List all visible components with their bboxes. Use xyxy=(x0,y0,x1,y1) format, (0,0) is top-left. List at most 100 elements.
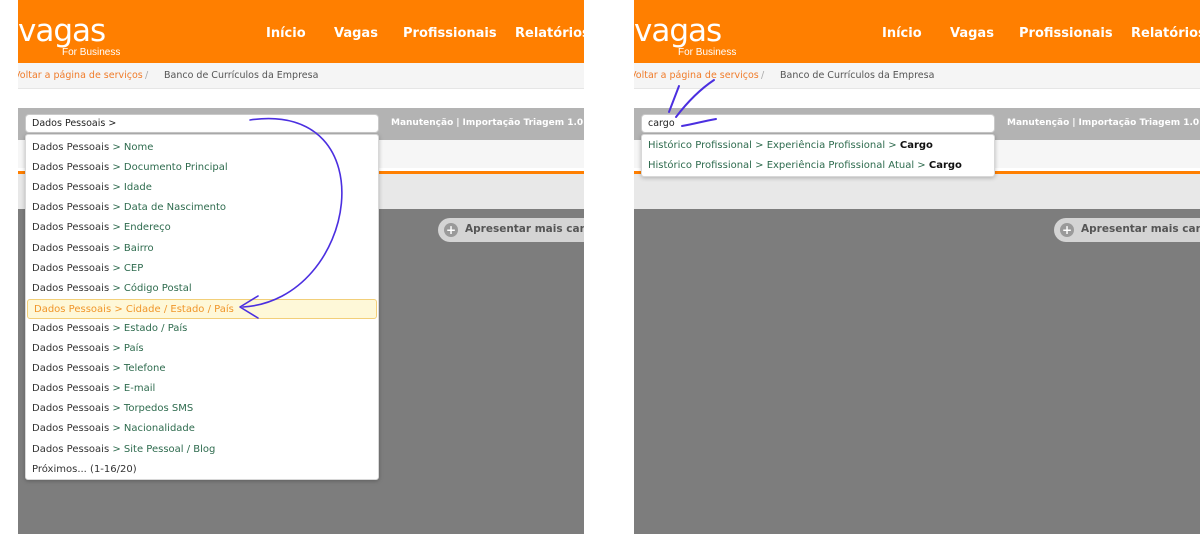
suggestion-path: Histórico Profissional > Experiência Pro… xyxy=(648,160,929,171)
suggestion-child: Idade xyxy=(123,182,152,194)
nav-profissionais[interactable]: Profissionais xyxy=(1019,26,1113,41)
logo-wordmark: vagas xyxy=(18,13,106,49)
nav-relatorios[interactable]: Relatórios xyxy=(515,26,584,41)
suggestion-item[interactable]: Dados Pessoais > Endereço xyxy=(26,218,378,238)
import-triagem-link[interactable]: Importação Triagem 1.0 xyxy=(1079,118,1200,128)
suggestion-item[interactable]: Dados Pessoais > Estado / País xyxy=(26,319,378,339)
suggestion-separator: > xyxy=(109,363,124,375)
autocomplete-dropdown: Histórico Profissional > Experiência Pro… xyxy=(641,134,995,177)
suggestion-child: Telefone xyxy=(123,363,166,375)
suggestion-separator: > xyxy=(109,202,124,214)
suggestion-separator: > xyxy=(109,182,124,194)
suggestion-item[interactable]: Dados Pessoais > Torpedos SMS xyxy=(26,399,378,419)
suggestion-item[interactable]: Dados Pessoais > Idade xyxy=(26,178,378,198)
results-overlay xyxy=(634,209,1200,534)
breadcrumb-separator: / xyxy=(761,70,765,81)
more-candidates-label: Apresentar mais candidatos xyxy=(1081,223,1200,235)
suggestion-parent: Dados Pessoais xyxy=(32,182,110,194)
vagas-logo[interactable]: vagas For Business xyxy=(634,14,774,60)
suggestion-item[interactable]: Histórico Profissional > Experiência Pro… xyxy=(642,156,994,176)
spacer xyxy=(18,90,584,108)
toolbar-separator: | xyxy=(456,118,460,128)
suggestion-item[interactable]: Dados Pessoais > E-mail xyxy=(26,379,378,399)
breadcrumb-current: Banco de Currículos da Empresa xyxy=(164,70,319,81)
suggestion-match: Cargo xyxy=(928,160,962,171)
suggestion-parent: Dados Pessoais xyxy=(32,423,110,435)
suggestion-item[interactable]: Dados Pessoais > Nacionalidade xyxy=(26,419,378,439)
suggestion-separator: > xyxy=(109,242,124,254)
suggestion-child: Endereço xyxy=(123,222,171,234)
suggestion-item[interactable]: Dados Pessoais > Telefone xyxy=(26,359,378,379)
plus-circle-icon: + xyxy=(1060,223,1074,237)
suggestion-child: Nacionalidade xyxy=(123,423,195,435)
suggestion-parent: Dados Pessoais xyxy=(32,343,110,354)
suggestion-separator: > xyxy=(109,423,124,435)
vagas-logo[interactable]: vagas For Business xyxy=(18,14,158,60)
import-triagem-link[interactable]: Importação Triagem 1.0 xyxy=(463,118,584,128)
suggestion-parent: Dados Pessoais xyxy=(32,262,110,274)
suggestion-separator: > xyxy=(109,443,124,455)
toolbar-links: Manutenção | Importação Triagem 1.0 xyxy=(1007,118,1199,128)
suggestion-child: Estado / País xyxy=(123,322,188,334)
suggestion-item[interactable]: Histórico Profissional > Experiência Pro… xyxy=(642,136,994,156)
suggestions-next-page[interactable]: Próximos... (1-16/20) xyxy=(26,460,378,480)
breadcrumb-separator: / xyxy=(145,70,149,81)
more-candidates-label: Apresentar mais candidatos xyxy=(465,223,584,235)
suggestion-child: Site Pessoal / Blog xyxy=(123,443,216,455)
nav-vagas[interactable]: Vagas xyxy=(334,26,378,41)
spacer xyxy=(634,90,1200,108)
suggestion-parent: Dados Pessoais xyxy=(32,443,110,455)
search-input[interactable]: Dados Pessoais > xyxy=(25,114,379,133)
suggestion-parent: Dados Pessoais xyxy=(32,202,110,214)
suggestion-separator: > xyxy=(111,303,126,315)
suggestion-item[interactable]: Dados Pessoais > Bairro xyxy=(26,239,378,259)
suggestion-item[interactable]: Dados Pessoais > Nome xyxy=(26,138,378,158)
breadcrumb-back-link[interactable]: Voltar a página de serviços xyxy=(18,70,143,81)
search-input[interactable]: cargo xyxy=(641,114,995,133)
breadcrumb-back-link[interactable]: Voltar a página de serviços xyxy=(634,70,759,81)
suggestion-separator: > xyxy=(109,343,124,354)
suggestion-separator: > xyxy=(109,322,124,334)
nav-vagas[interactable]: Vagas xyxy=(950,26,994,41)
suggestion-item[interactable]: Dados Pessoais > CEP xyxy=(26,259,378,279)
suggestion-item[interactable]: Dados Pessoais > País xyxy=(26,339,378,359)
maintenance-link[interactable]: Manutenção xyxy=(1007,118,1069,128)
site-header: vagas For Business Início Vagas Profissi… xyxy=(18,0,584,63)
breadcrumb: Voltar a página de serviços / Banco de C… xyxy=(18,63,584,89)
maintenance-link[interactable]: Manutenção xyxy=(391,118,453,128)
nav-relatorios[interactable]: Relatórios xyxy=(1131,26,1200,41)
suggestion-item[interactable]: Dados Pessoais > Site Pessoal / Blog xyxy=(26,440,378,460)
nav-profissionais[interactable]: Profissionais xyxy=(403,26,497,41)
suggestion-child: Código Postal xyxy=(123,282,192,294)
toolbar-links: Manutenção | Importação Triagem 1.0 xyxy=(391,118,583,128)
suggestion-parent: Dados Pessoais xyxy=(32,162,110,174)
suggestion-separator: > xyxy=(109,403,124,415)
right-screenshot-panel: vagas For Business Início Vagas Profissi… xyxy=(634,0,1200,534)
plus-circle-icon: + xyxy=(444,223,458,237)
nav-inicio[interactable]: Início xyxy=(882,26,922,41)
more-candidates-button[interactable]: + Apresentar mais candidatos xyxy=(438,218,584,242)
suggestion-parent: Dados Pessoais xyxy=(32,242,110,254)
more-candidates-button[interactable]: + Apresentar mais candidatos xyxy=(1054,218,1200,242)
suggestion-item[interactable]: Dados Pessoais > Código Postal xyxy=(26,279,378,299)
logo-wordmark: vagas xyxy=(634,13,722,49)
suggestion-child: Bairro xyxy=(123,242,154,254)
logo-tagline: For Business xyxy=(62,47,121,58)
suggestion-child: Documento Principal xyxy=(123,162,228,174)
suggestion-match: Cargo xyxy=(899,140,933,151)
suggestion-item[interactable]: Dados Pessoais > Documento Principal xyxy=(26,158,378,178)
logo-tagline: For Business xyxy=(678,47,737,58)
suggestion-item[interactable]: Dados Pessoais > Cidade / Estado / País xyxy=(27,298,377,319)
site-header: vagas For Business Início Vagas Profissi… xyxy=(634,0,1200,63)
suggestion-child: E-mail xyxy=(123,383,156,395)
suggestion-parent: Dados Pessoais xyxy=(32,403,110,415)
nav-inicio[interactable]: Início xyxy=(266,26,306,41)
suggestion-separator: > xyxy=(109,282,124,294)
autocomplete-dropdown: Dados Pessoais > Nome Dados Pessoais > Do… xyxy=(25,134,379,480)
results-header-strip xyxy=(634,174,1200,209)
suggestion-child: CEP xyxy=(123,262,144,274)
suggestion-path: Histórico Profissional > Experiência Pro… xyxy=(648,140,900,151)
suggestion-item[interactable]: Dados Pessoais > Data de Nascimento xyxy=(26,198,378,218)
breadcrumb-current: Banco de Currículos da Empresa xyxy=(780,70,935,81)
suggestion-separator: > xyxy=(109,162,124,174)
